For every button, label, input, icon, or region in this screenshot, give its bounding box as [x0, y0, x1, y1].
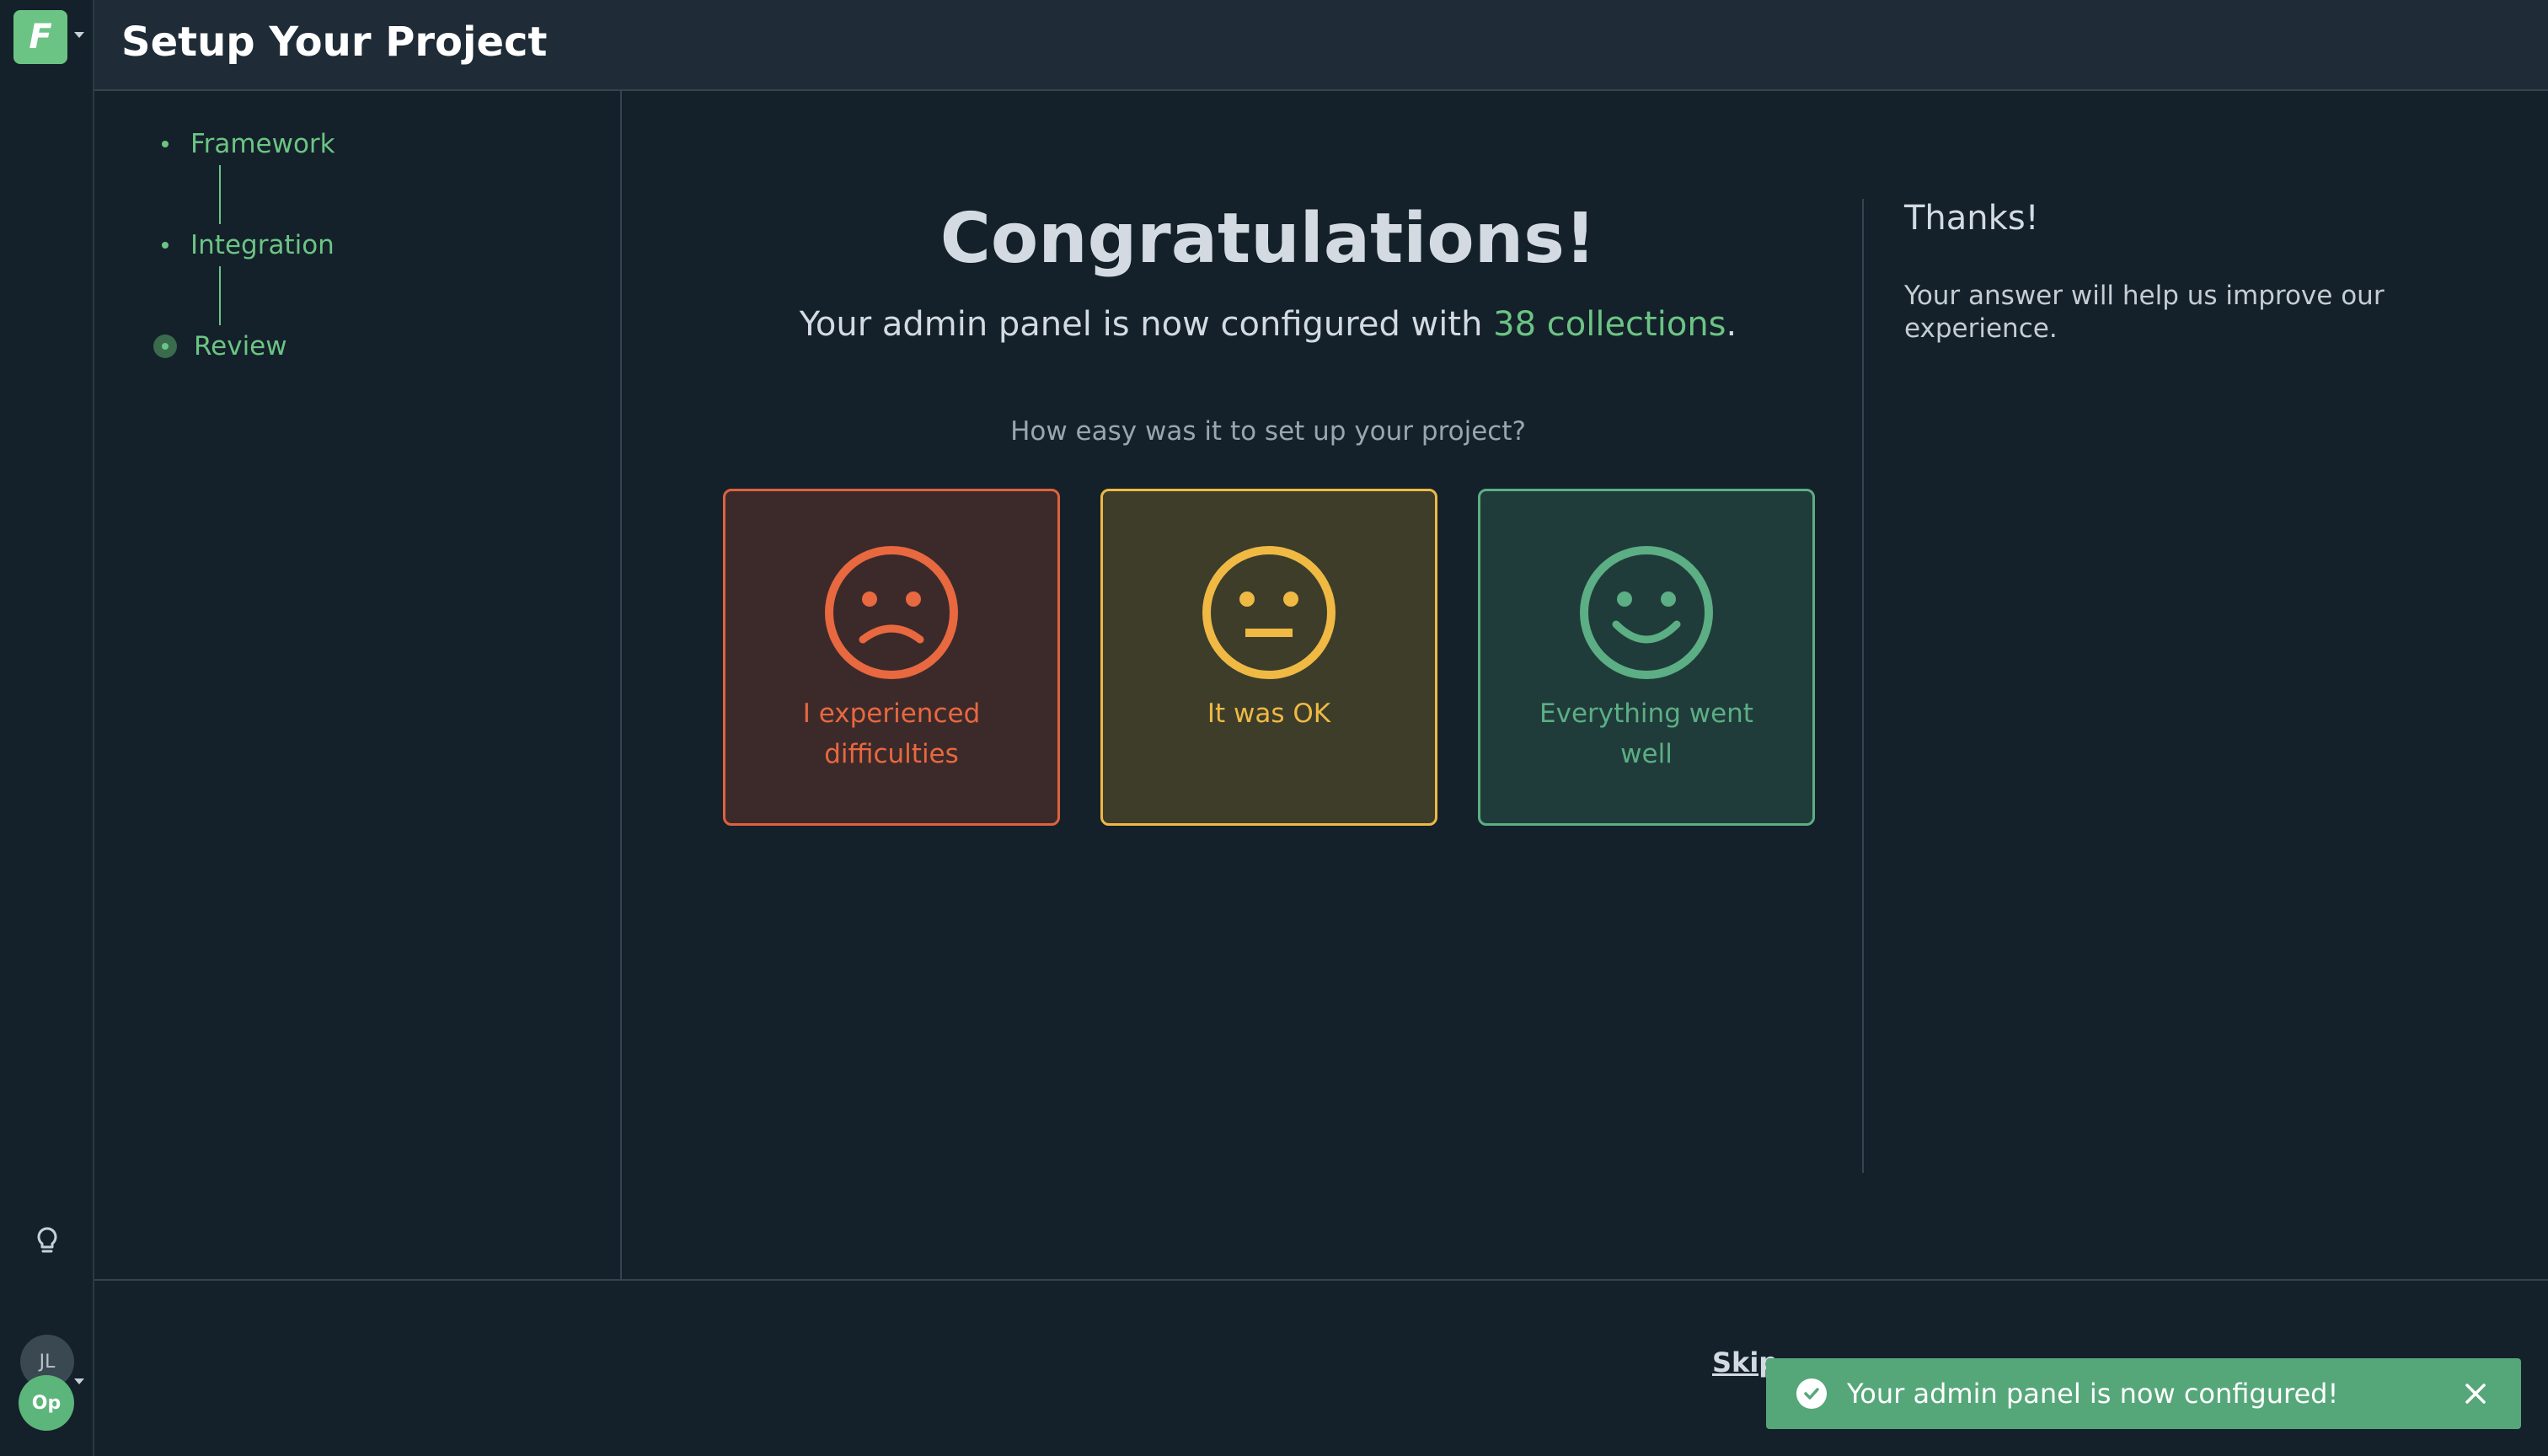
configured-summary: Your admin panel is now configured with …: [624, 305, 1913, 344]
step-label: Framework: [190, 129, 335, 159]
option-label: It was OK: [1207, 699, 1331, 729]
current-step-icon: [153, 335, 177, 358]
neutral-face-icon: [1202, 546, 1336, 679]
chevron-down-icon[interactable]: [74, 1378, 84, 1384]
option-label: I experienced difficulties: [802, 699, 981, 769]
step-dot-icon: [162, 242, 169, 249]
user-initials: JL: [39, 1351, 56, 1373]
step-label: Review: [194, 331, 287, 361]
page-title: Setup Your Project: [121, 19, 548, 66]
check-circle-icon: [1796, 1378, 1827, 1409]
lightbulb-icon[interactable]: [30, 1223, 64, 1257]
sad-face-icon: [825, 546, 958, 679]
step-connector: [219, 165, 221, 224]
collections-count: 38 collections: [1493, 305, 1726, 344]
congrats-heading: Congratulations!: [939, 199, 1597, 279]
step-label: Integration: [190, 230, 335, 260]
footer-divider: [94, 1279, 2548, 1281]
summary-suffix: .: [1726, 305, 1737, 344]
option-label: Everything went well: [1539, 699, 1753, 769]
summary-prefix: Your admin panel is now configured with: [799, 305, 1494, 344]
chevron-down-icon[interactable]: [74, 32, 84, 38]
logo-icon[interactable]: F: [13, 10, 67, 64]
feedback-option-ok[interactable]: It was OK: [1100, 489, 1437, 826]
feedback-question: How easy was it to set up your project?: [1010, 416, 1526, 447]
feedback-option-good[interactable]: Everything went well: [1478, 489, 1815, 826]
toast-message: Your admin panel is now configured!: [1847, 1378, 2339, 1410]
logo-letter: F: [29, 18, 52, 56]
step-framework[interactable]: Framework: [153, 123, 335, 165]
setup-steps: Framework Integration Review: [94, 91, 622, 1281]
thanks-body: Your answer will help us improve our exp…: [1904, 281, 2385, 344]
feedback-option-difficult[interactable]: I experienced difficulties: [723, 489, 1060, 826]
step-dot-icon: [162, 141, 169, 147]
step-review[interactable]: Review: [153, 325, 287, 367]
step-integration[interactable]: Integration: [153, 224, 335, 266]
success-toast: Your admin panel is now configured!: [1766, 1358, 2521, 1429]
happy-face-icon: [1580, 546, 1713, 679]
thanks-title: Thanks!: [1904, 199, 2039, 238]
org-initials: Op: [31, 1392, 62, 1414]
aside-divider: [1862, 199, 1864, 1173]
step-connector: [219, 266, 221, 325]
close-icon[interactable]: [2460, 1378, 2491, 1409]
left-rail: F JL Op: [0, 0, 94, 1456]
page-header: Setup Your Project: [94, 0, 2548, 91]
org-avatar[interactable]: Op: [19, 1375, 74, 1431]
